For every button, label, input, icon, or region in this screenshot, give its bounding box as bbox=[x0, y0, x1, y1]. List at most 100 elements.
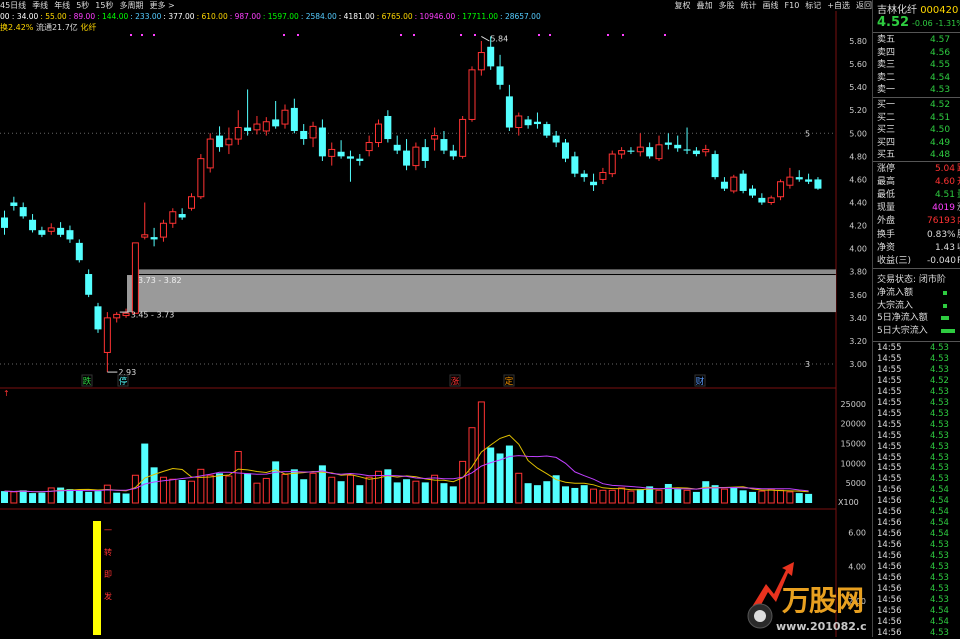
candle[interactable] bbox=[403, 139, 411, 171]
candle[interactable] bbox=[169, 208, 177, 228]
candle[interactable] bbox=[47, 223, 55, 235]
buy-level-2[interactable]: 买二 4.51 bbox=[873, 112, 960, 124]
candle[interactable] bbox=[346, 150, 354, 182]
candle[interactable] bbox=[1, 210, 8, 235]
function-button-4[interactable]: 画线 bbox=[763, 1, 779, 10]
candle[interactable] bbox=[188, 193, 195, 211]
candle[interactable] bbox=[692, 147, 700, 157]
sell-level-1[interactable]: 卖一 4.53 bbox=[873, 84, 960, 96]
candle[interactable] bbox=[590, 173, 598, 191]
function-button-7[interactable]: +自选 bbox=[827, 1, 850, 10]
candle[interactable] bbox=[328, 142, 336, 166]
candle[interactable] bbox=[777, 179, 785, 201]
candle[interactable] bbox=[814, 177, 822, 190]
candle[interactable] bbox=[552, 130, 560, 148]
candle[interactable] bbox=[674, 135, 682, 152]
candle[interactable] bbox=[38, 226, 46, 238]
period-tab-4[interactable]: 15秒 bbox=[95, 1, 113, 10]
sell-level-2[interactable]: 卖二 4.54 bbox=[873, 72, 960, 84]
buy-level-4[interactable]: 买四 4.49 bbox=[873, 137, 960, 149]
candle[interactable] bbox=[440, 130, 448, 155]
candle[interactable] bbox=[206, 133, 214, 173]
function-button-5[interactable]: F10 bbox=[785, 1, 800, 10]
candle[interactable] bbox=[131, 242, 139, 314]
candle[interactable] bbox=[356, 154, 364, 166]
candle[interactable] bbox=[468, 66, 476, 122]
candle[interactable] bbox=[505, 84, 513, 131]
candle[interactable] bbox=[758, 193, 766, 205]
candle[interactable] bbox=[739, 170, 747, 194]
candle[interactable] bbox=[730, 174, 738, 194]
candle[interactable] bbox=[571, 151, 579, 178]
candle[interactable] bbox=[318, 119, 326, 161]
kline-chart[interactable]: ↑ 5.80 5.60 5.40 5.20 5.00 4.80 4.60 4.40 4.20 4.0… bbox=[0, 0, 872, 637]
candle[interactable] bbox=[664, 133, 672, 150]
candle[interactable] bbox=[216, 126, 224, 152]
function-button-1[interactable]: 叠加 bbox=[697, 1, 713, 10]
candle[interactable] bbox=[75, 239, 83, 263]
period-tab-0[interactable]: 45日线 bbox=[0, 1, 26, 10]
candle[interactable] bbox=[412, 142, 420, 171]
function-button-2[interactable]: 多股 bbox=[719, 1, 735, 10]
candle[interactable] bbox=[150, 227, 158, 247]
sell-level-5[interactable]: 卖五 4.57 bbox=[873, 34, 960, 46]
function-button-0[interactable]: 复权 bbox=[675, 1, 691, 10]
candle[interactable] bbox=[543, 121, 551, 138]
candle[interactable] bbox=[720, 177, 728, 191]
candle[interactable] bbox=[178, 208, 186, 220]
buy-level-5[interactable]: 买五 4.48 bbox=[873, 149, 960, 161]
candle[interactable] bbox=[711, 150, 719, 180]
candle[interactable] bbox=[19, 202, 27, 219]
candle[interactable] bbox=[225, 127, 233, 155]
candle[interactable] bbox=[646, 142, 654, 159]
period-tab-1[interactable]: 季线 bbox=[32, 1, 48, 10]
candle[interactable] bbox=[384, 110, 392, 143]
candle[interactable] bbox=[85, 269, 93, 298]
candle[interactable] bbox=[786, 167, 794, 189]
candle[interactable] bbox=[309, 121, 317, 148]
candle[interactable] bbox=[365, 135, 373, 157]
candle[interactable] bbox=[702, 144, 710, 157]
candle[interactable] bbox=[496, 54, 504, 90]
period-tab-6[interactable]: 更多 > bbox=[149, 1, 174, 10]
candle[interactable] bbox=[618, 147, 626, 159]
candle[interactable] bbox=[533, 112, 541, 129]
candle[interactable] bbox=[234, 110, 242, 145]
sell-level-3[interactable]: 卖三 4.55 bbox=[873, 59, 960, 71]
period-tab-5[interactable]: 多周期 bbox=[119, 1, 143, 10]
candle[interactable] bbox=[29, 214, 37, 233]
period-tab-3[interactable]: 5秒 bbox=[76, 1, 89, 10]
candle[interactable] bbox=[94, 302, 102, 333]
candle[interactable] bbox=[431, 127, 439, 151]
function-button-3[interactable]: 统计 bbox=[741, 1, 757, 10]
candle[interactable] bbox=[580, 170, 588, 182]
candle[interactable] bbox=[683, 127, 691, 155]
function-button-6[interactable]: 标记 bbox=[805, 1, 821, 10]
period-tab-2[interactable]: 年线 bbox=[54, 1, 70, 10]
candle[interactable] bbox=[608, 150, 616, 178]
candle[interactable] bbox=[253, 115, 261, 135]
candle[interactable] bbox=[10, 196, 18, 211]
sector-tag[interactable]: 化纤 bbox=[80, 23, 96, 32]
candle[interactable] bbox=[159, 219, 167, 242]
candle[interactable] bbox=[244, 89, 252, 136]
candle[interactable] bbox=[627, 147, 635, 155]
buy-level-3[interactable]: 买三 4.50 bbox=[873, 124, 960, 136]
candle[interactable] bbox=[375, 119, 382, 148]
candle[interactable] bbox=[272, 100, 280, 129]
candle[interactable] bbox=[477, 41, 485, 76]
candle[interactable] bbox=[562, 139, 569, 163]
candle[interactable] bbox=[393, 135, 401, 155]
function-button-8[interactable]: 返回 bbox=[856, 1, 872, 10]
candle[interactable] bbox=[103, 312, 111, 373]
candle[interactable] bbox=[449, 144, 457, 160]
candle[interactable] bbox=[655, 135, 663, 161]
candle[interactable] bbox=[636, 133, 644, 157]
candle[interactable] bbox=[281, 104, 289, 129]
candle[interactable] bbox=[805, 173, 813, 185]
candle[interactable] bbox=[197, 154, 205, 200]
candle[interactable] bbox=[421, 139, 429, 168]
buy-level-1[interactable]: 买一 4.52 bbox=[873, 99, 960, 111]
candle[interactable] bbox=[290, 98, 298, 134]
candle[interactable] bbox=[300, 124, 308, 145]
